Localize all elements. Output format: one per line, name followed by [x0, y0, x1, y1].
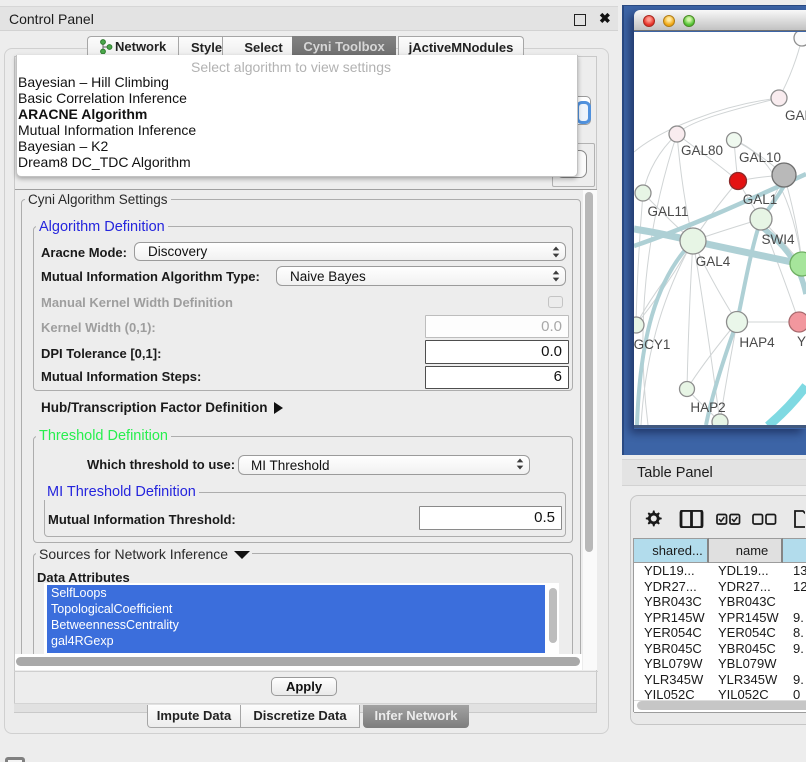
svg-text:HAP2: HAP2: [690, 400, 725, 415]
svg-text:GAL1: GAL1: [743, 192, 778, 207]
svg-text:GAL7: GAL7: [785, 108, 806, 123]
svg-text:GAL11: GAL11: [647, 204, 688, 219]
svg-text:HAP4: HAP4: [739, 335, 775, 350]
svg-text:GCY1: GCY1: [634, 337, 670, 352]
svg-text:SWI4: SWI4: [761, 232, 794, 247]
svg-text:GAL10: GAL10: [739, 150, 781, 165]
svg-text:GAL4: GAL4: [696, 254, 731, 269]
svg-text:YB: YB: [797, 334, 806, 349]
svg-text:GAL80: GAL80: [681, 143, 723, 158]
